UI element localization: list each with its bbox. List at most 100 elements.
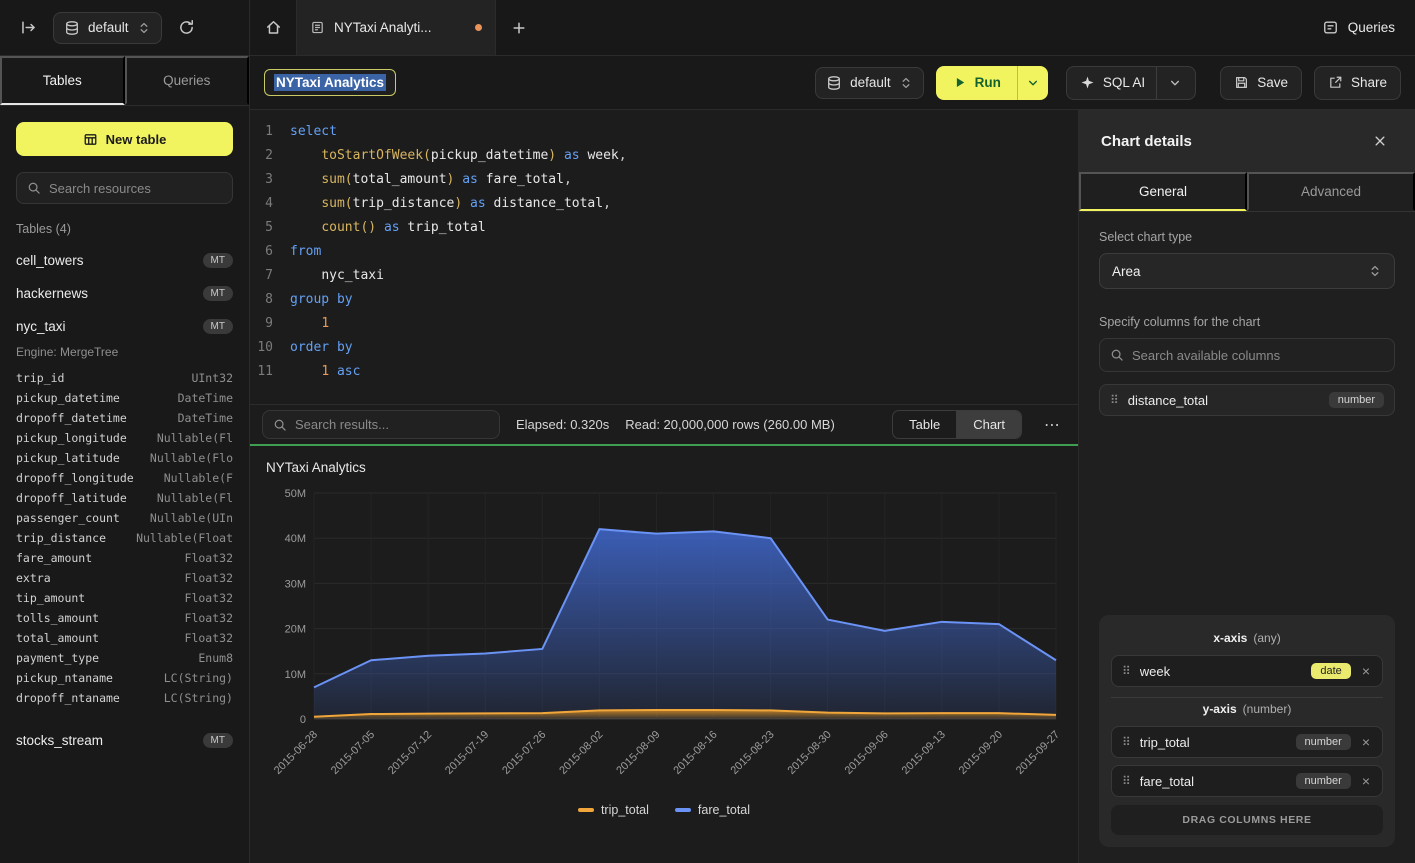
y-axis-hint: (number) [1243, 702, 1292, 716]
queries-button[interactable]: Queries [1322, 19, 1395, 36]
code-line[interactable]: 3 sum(total_amount) as fare_total, [250, 168, 1078, 192]
view-toggle-table[interactable]: Table [893, 411, 956, 438]
code-line[interactable]: 8group by [250, 288, 1078, 312]
new-tab-button[interactable] [503, 12, 535, 44]
sql-ai-button[interactable]: SQL AI [1066, 66, 1196, 100]
column-pill-week[interactable]: ⠿weekdate× [1111, 655, 1383, 687]
query-title-selected-text: NYTaxi Analytics [274, 74, 386, 91]
code-line[interactable]: 5 count() as trip_total [250, 216, 1078, 240]
select-chevrons-icon [899, 76, 913, 90]
column-row[interactable]: pickup_latitudeNullable(Flo [0, 448, 249, 468]
code-line[interactable]: 10order by [250, 336, 1078, 360]
drag-handle-icon[interactable]: ⠿ [1110, 394, 1119, 406]
sql-editor[interactable]: 1select2 toStartOfWeek(pickup_datetime) … [250, 110, 1078, 404]
code-line[interactable]: 1select [250, 120, 1078, 144]
svg-text:2015-08-30: 2015-08-30 [786, 729, 834, 777]
column-pill-distance_total[interactable]: ⠿distance_totalnumber [1099, 384, 1395, 416]
column-row[interactable]: trip_distanceNullable(Float [0, 528, 249, 548]
code-line[interactable]: 2 toStartOfWeek(pickup_datetime) as week… [250, 144, 1078, 168]
drag-handle-icon[interactable]: ⠿ [1122, 665, 1131, 677]
run-options-caret[interactable] [1017, 66, 1048, 100]
drag-handle-icon[interactable]: ⠿ [1122, 736, 1131, 748]
column-row[interactable]: passenger_countNullable(UIn [0, 508, 249, 528]
legend-item-fare_total[interactable]: fare_total [675, 803, 750, 817]
run-button-label: Run [975, 75, 1001, 90]
run-button[interactable]: Run [936, 66, 1048, 100]
column-row[interactable]: pickup_ntanameLC(String) [0, 668, 249, 688]
tab-general[interactable]: General [1079, 172, 1247, 211]
collapse-sidebar-button[interactable] [12, 12, 44, 44]
column-row[interactable]: dropoff_longitudeNullable(F [0, 468, 249, 488]
column-row[interactable]: tolls_amountFloat32 [0, 608, 249, 628]
results-chart[interactable]: 010M20M30M40M50M2015-06-282015-07-052015… [266, 481, 1062, 803]
column-type: Nullable(UIn [150, 511, 233, 525]
code-line[interactable]: 11 1 asc [250, 360, 1078, 384]
legend-item-trip_total[interactable]: trip_total [578, 803, 649, 817]
new-table-button[interactable]: New table [16, 122, 233, 156]
sidebar-tab-queries[interactable]: Queries [125, 56, 250, 105]
close-panel-button[interactable] [1367, 128, 1393, 154]
column-type: Nullable(Flo [150, 451, 233, 465]
column-pill-trip_total[interactable]: ⠿trip_totalnumber× [1111, 726, 1383, 758]
tab-advanced[interactable]: Advanced [1247, 172, 1415, 211]
column-row[interactable]: dropoff_ntanameLC(String) [0, 688, 249, 708]
remove-icon[interactable]: × [1360, 735, 1372, 749]
table-row-stocks_stream[interactable]: stocks_streamMT [0, 724, 249, 757]
query-title-input[interactable]: NYTaxi Analytics [264, 69, 396, 96]
query-header: NYTaxi Analytics default Run [250, 56, 1415, 110]
share-button-label: Share [1351, 75, 1387, 90]
column-pill-fare_total[interactable]: ⠿fare_totalnumber× [1111, 765, 1383, 797]
code-line[interactable]: 7 nyc_taxi [250, 264, 1078, 288]
column-type: UInt32 [191, 371, 233, 385]
sidebar-expand-icon [20, 19, 37, 36]
header-database-selector[interactable]: default [815, 67, 924, 99]
database-selector[interactable]: default [53, 12, 162, 44]
code-line[interactable]: 9 1 [250, 312, 1078, 336]
share-button[interactable]: Share [1314, 66, 1401, 100]
view-toggle-chart[interactable]: Chart [956, 411, 1021, 438]
home-button[interactable] [257, 12, 289, 44]
table-row-hackernews[interactable]: hackernewsMT [0, 277, 249, 310]
code-line[interactable]: 4 sum(trip_distance) as distance_total, [250, 192, 1078, 216]
results-more-button[interactable]: ⋯ [1038, 415, 1066, 435]
svg-text:2015-09-13: 2015-09-13 [900, 729, 948, 777]
column-row[interactable]: trip_idUInt32 [0, 368, 249, 388]
save-button-label: Save [1257, 75, 1288, 90]
column-type: Enum8 [198, 651, 233, 665]
select-chevrons-icon [1368, 264, 1382, 278]
column-type: Float32 [185, 591, 233, 605]
column-row[interactable]: payment_typeEnum8 [0, 648, 249, 668]
table-row-cell_towers[interactable]: cell_towersMT [0, 244, 249, 277]
drag-handle-icon[interactable]: ⠿ [1122, 775, 1131, 787]
refresh-button[interactable] [171, 12, 203, 44]
resources-search-input[interactable] [49, 181, 222, 196]
columns-search-input[interactable] [1132, 348, 1384, 363]
main-body: 1select2 toStartOfWeek(pickup_datetime) … [250, 110, 1415, 863]
results-search-input[interactable] [295, 417, 489, 432]
column-row[interactable]: fare_amountFloat32 [0, 548, 249, 568]
column-row[interactable]: total_amountFloat32 [0, 628, 249, 648]
chart-details-header: Chart details [1079, 110, 1415, 172]
remove-icon[interactable]: × [1360, 774, 1372, 788]
sidebar-tab-tables[interactable]: Tables [0, 56, 125, 105]
code-line[interactable]: 6from [250, 240, 1078, 264]
chart-legend: trip_total fare_total [266, 803, 1062, 817]
chart-type-select[interactable]: Area [1099, 253, 1395, 289]
results-search [262, 410, 500, 439]
line-number: 8 [250, 288, 290, 312]
save-button[interactable]: Save [1220, 66, 1302, 100]
svg-text:2015-08-09: 2015-08-09 [614, 729, 662, 777]
header-database-value: default [850, 75, 891, 90]
column-row[interactable]: extraFloat32 [0, 568, 249, 588]
svg-text:2015-09-20: 2015-09-20 [957, 729, 1005, 777]
tab-nytaxi-analytics[interactable]: NYTaxi Analyti... [296, 0, 496, 55]
drop-zone[interactable]: DRAG COLUMNS HERE [1111, 805, 1383, 835]
column-row[interactable]: dropoff_datetimeDateTime [0, 408, 249, 428]
resources-search [16, 172, 233, 204]
column-row[interactable]: pickup_longitudeNullable(Fl [0, 428, 249, 448]
column-row[interactable]: tip_amountFloat32 [0, 588, 249, 608]
column-row[interactable]: dropoff_latitudeNullable(Fl [0, 488, 249, 508]
column-row[interactable]: pickup_datetimeDateTime [0, 388, 249, 408]
table-row-nyc_taxi[interactable]: nyc_taxiMT [0, 310, 249, 343]
remove-icon[interactable]: × [1360, 664, 1372, 678]
